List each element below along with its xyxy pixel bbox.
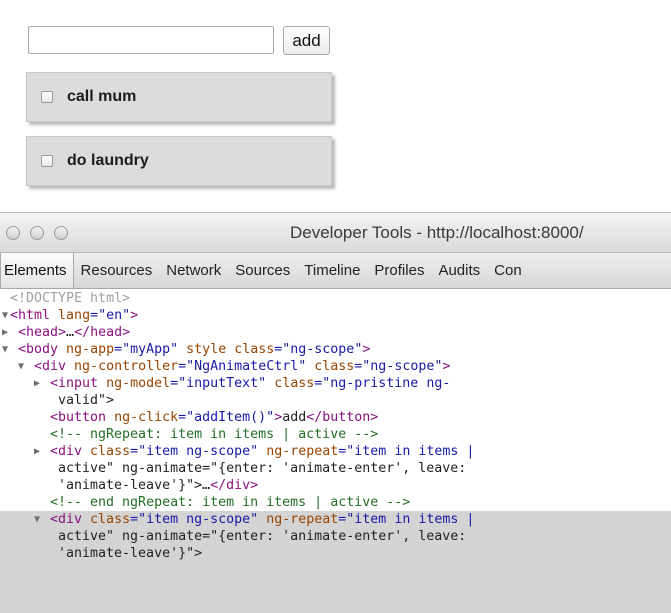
item-checkbox[interactable] [41, 91, 53, 103]
tab-elements[interactable]: Elements [0, 253, 74, 288]
list-item: do laundry [26, 136, 332, 186]
dom-node-text: <!-- end ngRepeat: item in items | activ… [50, 495, 411, 510]
tab-profiles[interactable]: Profiles [367, 253, 431, 288]
dom-node-line[interactable]: active" ng-animate="{enter: 'animate-ent… [0, 460, 671, 477]
triangle-down-icon[interactable]: ▼ [34, 511, 40, 528]
tab-audits[interactable]: Audits [431, 253, 487, 288]
dom-node-line[interactable]: 'animate-leave'}"> [0, 545, 671, 562]
triangle-down-icon[interactable]: ▼ [18, 358, 24, 375]
tab-console[interactable]: Con [487, 253, 529, 288]
dom-node-line[interactable]: ▶ <div class="item ng-scope" ng-repeat="i… [0, 443, 671, 460]
triangle-right-icon[interactable]: ▶ [34, 375, 40, 392]
new-item-input[interactable] [28, 26, 274, 54]
item-label: do laundry [67, 152, 149, 169]
devtools-titlebar: Developer Tools - http://localhost:8000/ [0, 213, 671, 253]
tab-timeline[interactable]: Timeline [297, 253, 367, 288]
item-checkbox[interactable] [41, 155, 53, 167]
dom-node-text: <div class="item ng-scope" ng-repeat="it… [50, 444, 475, 459]
triangle-right-icon[interactable]: ▶ [2, 324, 8, 341]
close-window-button[interactable] [6, 226, 20, 240]
dom-node-text: <body ng-app="myApp" style class="ng-sco… [18, 342, 371, 357]
dom-node-line[interactable]: ▶ <head>…</head> [0, 324, 671, 341]
add-button[interactable]: add [283, 26, 330, 55]
tab-resources[interactable]: Resources [74, 253, 160, 288]
dom-node-text: <!-- ngRepeat: item in items | active --… [50, 427, 379, 442]
window-title: Developer Tools - http://localhost:8000/ [290, 223, 584, 242]
dom-node-line[interactable]: ▼ <div ng-controller="NgAnimateCtrl" clas… [0, 358, 671, 375]
dom-node-line[interactable]: 'animate-leave'}">…</div> [0, 477, 671, 494]
dom-node-line[interactable]: valid"> [0, 392, 671, 409]
selected-node-highlight [0, 562, 671, 613]
devtools-tabbar: Elements Resources Network Sources Timel… [0, 253, 671, 289]
dom-node-text: 'animate-leave'}"> [58, 546, 203, 561]
dom-node-line[interactable]: ▼ <div class="item ng-scope" ng-repeat="i… [0, 511, 671, 528]
dom-node-line[interactable]: <button ng-click="addItem()">add</button… [0, 409, 671, 426]
triangle-right-icon[interactable]: ▶ [34, 443, 40, 460]
dom-node-text: active" ng-animate="{enter: 'animate-ent… [58, 461, 467, 476]
dom-node-line[interactable]: ▼ <body ng-app="myApp" style class="ng-sc… [0, 341, 671, 358]
list-item: call mum [26, 72, 332, 122]
dom-node-line[interactable]: <!-- end ngRepeat: item in items | activ… [0, 494, 671, 511]
dom-node-text: <div ng-controller="NgAnimateCtrl" class… [34, 359, 451, 374]
elements-dom-tree: <!DOCTYPE html> ▼ <html lang="en"> ▶ <head>…… [0, 290, 671, 613]
tab-sources[interactable]: Sources [228, 253, 297, 288]
zoom-window-button[interactable] [54, 226, 68, 240]
triangle-down-icon[interactable]: ▼ [2, 307, 8, 324]
dom-node-text: <button ng-click="addItem()">add</button… [50, 410, 379, 425]
dom-node-text: <html lang="en"> [10, 308, 139, 323]
devtools-window: Developer Tools - http://localhost:8000/… [0, 212, 671, 613]
tab-network[interactable]: Network [159, 253, 228, 288]
dom-node-text: active" ng-animate="{enter: 'animate-ent… [58, 529, 467, 544]
minimize-window-button[interactable] [30, 226, 44, 240]
dom-node-text: 'animate-leave'}">…</div> [58, 478, 259, 493]
todo-app: add call mum do laundry [0, 0, 671, 212]
dom-node-line[interactable]: <!-- ngRepeat: item in items | active --… [0, 426, 671, 443]
dom-node-text: <head>…</head> [18, 325, 131, 340]
dom-node-text: <!DOCTYPE html> [10, 291, 131, 306]
dom-node-text: <input ng-model="inputText" class="ng-pr… [50, 376, 451, 391]
dom-node-line[interactable]: ▼ <html lang="en"> [0, 307, 671, 324]
dom-node-text: <div class="item ng-scope" ng-repeat="it… [50, 512, 475, 527]
dom-node-line[interactable]: active" ng-animate="{enter: 'animate-ent… [0, 528, 671, 545]
dom-node-text: valid"> [58, 393, 115, 408]
triangle-down-icon[interactable]: ▼ [2, 341, 8, 358]
item-label: call mum [67, 88, 137, 105]
dom-node-line[interactable]: ▶ <input ng-model="inputText" class="ng-p… [0, 375, 671, 392]
dom-node-line[interactable]: <!DOCTYPE html> [0, 290, 671, 307]
